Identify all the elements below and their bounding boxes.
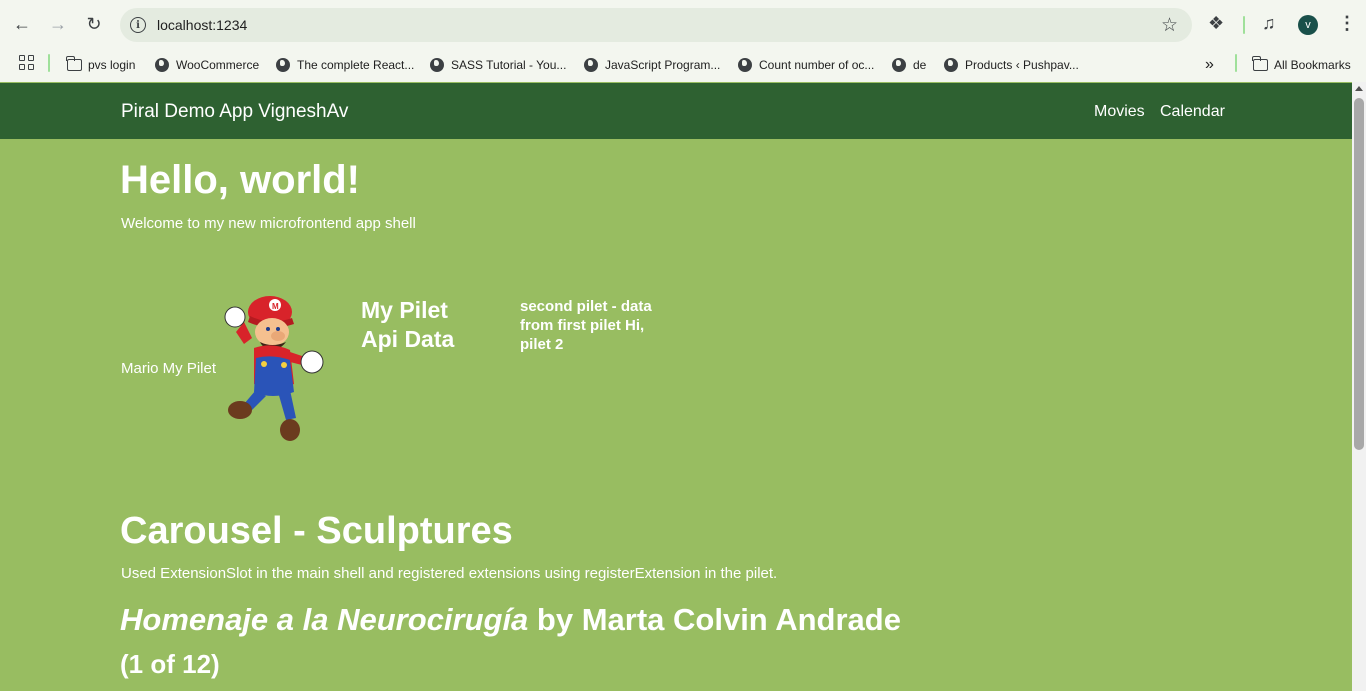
- bookmark-label: Count number of oc...: [759, 58, 875, 72]
- profile-avatar[interactable]: v: [1298, 15, 1318, 35]
- sculpture-counter: (1 of 12): [120, 649, 220, 679]
- bookmark-count[interactable]: Count number of oc...: [737, 54, 874, 76]
- more-bookmarks-icon[interactable]: »: [1205, 54, 1214, 76]
- bookmark-javascript[interactable]: JavaScript Program...: [583, 54, 720, 76]
- sculpture-title: Homenaje a la Neurocirugía by Marta Colv…: [120, 602, 901, 638]
- bookmarks-bar: pvs login WooCommerce The complete React…: [0, 48, 1366, 82]
- mario-image: M: [224, 296, 324, 441]
- bookmark-label: JavaScript Program...: [605, 58, 721, 72]
- pilet-title-line1: My Pilet: [361, 297, 448, 323]
- toolbar-divider: [1243, 16, 1245, 34]
- url-text[interactable]: localhost:1234: [157, 17, 247, 33]
- globe-icon: [429, 57, 445, 73]
- globe-icon: [891, 57, 907, 73]
- scroll-thumb[interactable]: [1354, 98, 1364, 450]
- bookmark-label: The complete React...: [297, 58, 415, 72]
- bookmark-sass[interactable]: SASS Tutorial - You...: [429, 54, 566, 76]
- address-bar[interactable]: i localhost:1234 ☆: [120, 8, 1192, 42]
- globe-icon: [943, 57, 959, 73]
- bookmark-label: SASS Tutorial - You...: [451, 58, 567, 72]
- globe-icon: [154, 57, 170, 73]
- bookmark-products[interactable]: Products ‹ Pushpav...: [943, 54, 1079, 76]
- all-bookmarks-button[interactable]: All Bookmarks: [1251, 54, 1351, 76]
- nav-link-movies[interactable]: Movies: [1094, 103, 1145, 121]
- bookmark-de[interactable]: de: [891, 54, 926, 76]
- app-brand[interactable]: Piral Demo App VigneshAv: [121, 101, 348, 123]
- media-control-icon[interactable]: ♫: [1262, 13, 1276, 34]
- scroll-up-arrow-icon[interactable]: [1355, 86, 1363, 91]
- globe-icon: [583, 57, 599, 73]
- carousel-title: Carousel - Sculptures: [120, 510, 513, 552]
- globe-icon: [275, 57, 291, 73]
- all-bookmarks-label: All Bookmarks: [1274, 58, 1351, 72]
- site-info-icon[interactable]: i: [130, 17, 146, 33]
- bookmark-react[interactable]: The complete React...: [275, 54, 414, 76]
- forward-icon[interactable]: →: [45, 11, 71, 37]
- app-navbar: Piral Demo App VigneshAv Movies Calendar: [0, 83, 1352, 139]
- bookmark-label: pvs login: [88, 58, 136, 72]
- globe-icon: [737, 57, 753, 73]
- hero-subtitle: Welcome to my new microfrontend app shel…: [121, 215, 416, 232]
- svg-text:M: M: [272, 302, 279, 311]
- bookmark-woocommerce[interactable]: WooCommerce: [154, 54, 259, 76]
- bookmark-label: de: [913, 58, 927, 72]
- bookmarks-divider: [1235, 54, 1237, 72]
- extensions-icon[interactable]: ❖: [1208, 13, 1224, 34]
- sculpture-artist: by Marta Colvin Andrade: [528, 602, 901, 637]
- page-content: Piral Demo App VigneshAv Movies Calendar…: [0, 82, 1352, 691]
- browser-menu-icon[interactable]: ⋮: [1338, 13, 1356, 34]
- nav-link-calendar[interactable]: Calendar: [1160, 103, 1225, 121]
- folder-icon: [1251, 56, 1268, 73]
- page-scrollbar[interactable]: [1352, 82, 1366, 691]
- browser-toolbar: ← → ↻ i localhost:1234 ☆ ❖ ♫ v ⋮: [0, 0, 1366, 48]
- mario-label: Mario My Pilet: [121, 360, 217, 377]
- bookmarks-divider: [48, 54, 50, 72]
- pilet-title: My Pilet Api Data: [361, 296, 454, 354]
- back-icon[interactable]: ←: [9, 11, 35, 37]
- bookmark-label: WooCommerce: [176, 58, 260, 72]
- bookmark-pvs-login[interactable]: pvs login: [65, 54, 136, 76]
- sculpture-name: Homenaje a la Neurocirugía: [120, 602, 529, 637]
- apps-grid-icon[interactable]: [19, 55, 34, 70]
- bookmark-label: Products ‹ Pushpav...: [965, 58, 1079, 72]
- second-pilet-text: second pilet - data from first pilet Hi,…: [520, 298, 652, 353]
- hero-title: Hello, world!: [120, 158, 360, 202]
- pilet-title-line2: Api Data: [361, 326, 455, 352]
- carousel-subtitle: Used ExtensionSlot in the main shell and…: [121, 565, 778, 582]
- folder-icon: [65, 56, 82, 73]
- reload-icon[interactable]: ↻: [81, 11, 107, 37]
- bookmark-star-icon[interactable]: ☆: [1161, 14, 1178, 37]
